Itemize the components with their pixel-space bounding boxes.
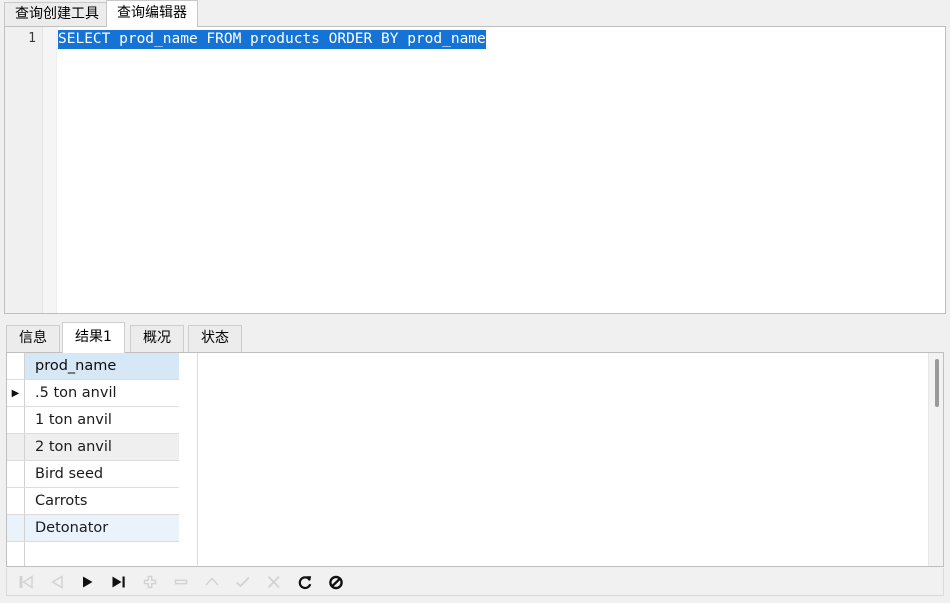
cell-prod-name[interactable]: .5 ton anvil xyxy=(26,380,179,406)
nav-last-record-button[interactable] xyxy=(108,571,130,593)
refresh-icon xyxy=(298,575,312,589)
row-indicator xyxy=(7,434,25,460)
table-row[interactable]: 2 ton anvil xyxy=(7,434,179,461)
plus-icon xyxy=(143,575,157,589)
editor-line-number-gutter: 1 xyxy=(5,27,43,313)
window-bottom-edge xyxy=(0,596,950,603)
grid-vertical-scrollbar[interactable] xyxy=(928,353,943,566)
line-number-1: 1 xyxy=(28,31,36,46)
prev-record-icon xyxy=(51,575,63,589)
refresh-button[interactable] xyxy=(294,571,316,593)
sql-client-window: 查询创建工具 查询编辑器 1 SELECT prod_name FROM pro… xyxy=(0,0,950,603)
table-row[interactable]: Carrots xyxy=(7,488,179,515)
first-record-icon xyxy=(19,575,33,589)
editor-tabstrip: 查询创建工具 查询编辑器 xyxy=(0,0,950,27)
add-record-button[interactable] xyxy=(139,571,161,593)
table-row[interactable]: Bird seed xyxy=(7,461,179,488)
editor-code-line-1[interactable]: SELECT prod_name FROM products ORDER BY … xyxy=(58,30,945,49)
tab-query-builder[interactable]: 查询创建工具 xyxy=(4,2,110,26)
table-row[interactable]: ▶ .5 ton anvil xyxy=(7,380,179,407)
scissors-x-icon xyxy=(267,575,280,589)
sql-editor-panel[interactable]: 1 SELECT prod_name FROM products ORDER B… xyxy=(4,26,946,314)
results-tabstrip: 信息 结果1 概况 状态 xyxy=(0,320,950,353)
cell-prod-name[interactable]: Carrots xyxy=(26,488,179,514)
header-marker-cell xyxy=(7,353,25,379)
table-row[interactable]: 1 ton anvil xyxy=(7,407,179,434)
row-indicator xyxy=(7,488,25,514)
column-header-prod-name[interactable]: prod_name xyxy=(7,353,179,380)
nav-first-record-button[interactable] xyxy=(15,571,37,593)
scrollbar-thumb[interactable] xyxy=(935,359,939,407)
tab-result-1[interactable]: 结果1 xyxy=(62,322,125,353)
last-record-icon xyxy=(112,576,125,588)
caret-up-icon xyxy=(205,577,219,586)
nav-next-record-button[interactable] xyxy=(77,571,99,593)
cell-prod-name[interactable]: 1 ton anvil xyxy=(26,407,179,433)
nav-prev-record-button[interactable] xyxy=(46,571,68,593)
sql-statement-text[interactable]: SELECT prod_name FROM products ORDER BY … xyxy=(58,30,486,49)
edit-record-button[interactable] xyxy=(201,571,223,593)
apply-changes-button[interactable] xyxy=(232,571,254,593)
editor-marker-column[interactable] xyxy=(43,27,57,313)
next-record-icon xyxy=(83,576,93,588)
stop-icon xyxy=(329,575,343,589)
discard-changes-button[interactable] xyxy=(263,571,285,593)
row-indicator xyxy=(7,407,25,433)
minus-icon xyxy=(174,579,188,585)
row-indicator xyxy=(7,515,25,541)
stop-button[interactable] xyxy=(325,571,347,593)
cell-prod-name[interactable]: Detonator xyxy=(26,515,179,541)
grid-column-divider xyxy=(197,353,198,566)
tab-status[interactable]: 状态 xyxy=(188,325,242,352)
result-grid[interactable]: prod_name ▶ .5 ton anvil 1 ton anvil 2 t… xyxy=(6,352,944,567)
check-icon xyxy=(235,576,250,588)
column-header-label: prod_name xyxy=(35,358,117,374)
current-row-indicator-icon: ▶ xyxy=(7,380,25,406)
tab-query-editor[interactable]: 查询编辑器 xyxy=(106,0,198,27)
delete-record-button[interactable] xyxy=(170,571,192,593)
tab-info[interactable]: 信息 xyxy=(6,325,60,352)
text-caret xyxy=(485,31,488,46)
cell-prod-name[interactable]: Bird seed xyxy=(26,461,179,487)
row-indicator xyxy=(7,461,25,487)
record-navigation-toolbar xyxy=(6,568,944,596)
table-row[interactable]: Detonator xyxy=(7,515,179,542)
cell-prod-name[interactable]: 2 ton anvil xyxy=(26,434,179,460)
tab-profile[interactable]: 概况 xyxy=(130,325,184,352)
editor-code-area[interactable]: SELECT prod_name FROM products ORDER BY … xyxy=(58,27,945,313)
grid-rows-container: prod_name ▶ .5 ton anvil 1 ton anvil 2 t… xyxy=(7,353,179,542)
